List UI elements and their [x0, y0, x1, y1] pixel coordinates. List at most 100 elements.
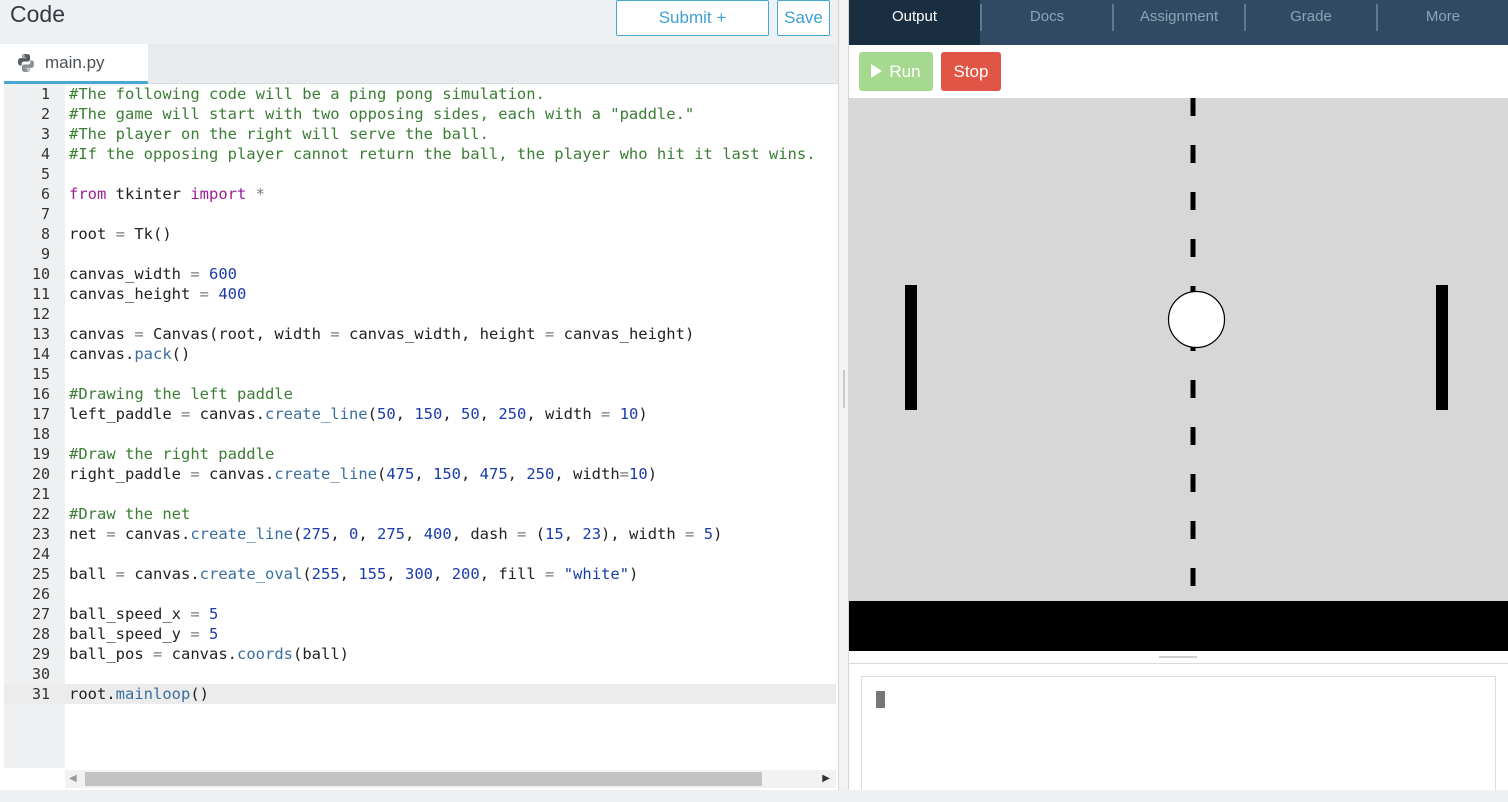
line-number: 19 — [31, 445, 50, 463]
console-output[interactable] — [861, 676, 1496, 790]
stop-button[interactable]: Stop — [941, 52, 1001, 91]
bottom-strip — [0, 790, 1508, 802]
editor-title: Code — [10, 1, 65, 27]
line-number: 25 — [31, 565, 50, 583]
code-line[interactable]: canvas_height = 400 — [69, 284, 816, 304]
line-number: 2 — [40, 105, 50, 123]
line-number: 18 — [31, 425, 50, 443]
code-line[interactable]: #Draw the right paddle — [69, 444, 816, 464]
file-tab-main-py[interactable]: main.py — [4, 44, 148, 84]
console-cursor — [876, 691, 885, 708]
play-icon — [871, 64, 883, 78]
program-output-canvas[interactable] — [849, 98, 1508, 601]
code-line[interactable]: ​ — [69, 584, 816, 604]
arrow-right-icon[interactable]: ▶ — [822, 773, 830, 784]
code-line[interactable]: #The following code will be a ping pong … — [69, 84, 816, 104]
code-line[interactable]: #The player on the right will serve the … — [69, 124, 816, 144]
canvas-bottom-bar — [849, 601, 1508, 651]
line-number: 4 — [40, 145, 50, 163]
code-line[interactable]: ​ — [69, 244, 816, 264]
code-line[interactable]: ​ — [69, 364, 816, 384]
code-line[interactable]: ​ — [69, 544, 816, 564]
code-line[interactable]: ​ — [69, 304, 816, 324]
line-number: 16 — [31, 385, 50, 403]
line-number: 26 — [31, 585, 50, 603]
code-line[interactable]: ​ — [69, 664, 816, 684]
code-line[interactable]: canvas = Canvas(root, width = canvas_wid… — [69, 324, 816, 344]
line-number: 21 — [31, 485, 50, 503]
line-number: 11 — [31, 285, 50, 303]
file-tab-label: main.py — [45, 53, 105, 72]
code-line[interactable]: #Draw the net — [69, 504, 816, 524]
line-number: 29 — [31, 645, 50, 663]
code-line[interactable]: #If the opposing player cannot return th… — [69, 144, 816, 164]
line-number: 17 — [31, 405, 50, 423]
divider-grip[interactable] — [1159, 656, 1197, 658]
code-line[interactable]: canvas.pack() — [69, 344, 816, 364]
line-numbers: 1 2 3 4 5 6 7 8 9 10 11 12 13 14 15 16 17 18 19 20 21 22 23 24 2… — [4, 84, 65, 704]
code-line[interactable]: left_paddle = canvas.create_line(50, 150… — [69, 404, 816, 424]
line-number: 20 — [31, 465, 50, 483]
line-number: 5 — [40, 165, 50, 183]
tab-assignment[interactable]: Assignment — [1114, 0, 1244, 45]
code-editor[interactable]: 1 2 3 4 5 6 7 8 9 10 11 12 13 14 15 16 17 18 19 20 21 22 23 24 2… — [4, 84, 836, 768]
ball — [1167, 290, 1226, 349]
scrollbar-thumb[interactable] — [85, 772, 762, 786]
line-number: 1 — [40, 85, 50, 103]
code-line[interactable]: ball_speed_y = 5 — [69, 624, 816, 644]
line-number: 3 — [40, 125, 50, 143]
pane-splitter[interactable] — [838, 0, 849, 790]
code-line[interactable]: ball_speed_x = 5 — [69, 604, 816, 624]
editor-pane: Code Submit + Continue Save main.py 1234… — [0, 0, 838, 790]
save-button[interactable]: Save — [777, 0, 830, 36]
line-number: 8 — [40, 225, 50, 243]
code-line[interactable]: from tkinter import * — [69, 184, 816, 204]
code-line[interactable]: ​ — [69, 484, 816, 504]
line-number: 31 — [31, 685, 50, 703]
file-tab-bar: main.py — [4, 44, 838, 84]
code-line[interactable]: right_paddle = canvas.create_line(475, 1… — [69, 464, 816, 484]
code-line[interactable]: canvas_width = 600 — [69, 264, 816, 284]
line-number: 27 — [31, 605, 50, 623]
code-line[interactable]: ​ — [69, 204, 816, 224]
panel-nav-bar: Output Docs Assignment Grade More — [849, 0, 1508, 45]
horizontal-scrollbar[interactable]: ◀ ▶ — [65, 770, 836, 788]
line-number: 10 — [31, 265, 50, 283]
submit-continue-button[interactable]: Submit + Continue — [616, 0, 769, 61]
line-number: 22 — [31, 505, 50, 523]
code-line[interactable]: #The game will start with two opposing s… — [69, 104, 816, 124]
tab-output[interactable]: Output — [849, 0, 980, 45]
line-number: 23 — [31, 525, 50, 543]
code-line[interactable]: ​ — [69, 164, 816, 184]
line-number: 7 — [40, 205, 50, 223]
code-line[interactable]: net = canvas.create_line(275, 0, 275, 40… — [69, 524, 816, 544]
code-line[interactable]: root = Tk() — [69, 224, 816, 244]
line-number: 12 — [31, 305, 50, 323]
editor-header: Code Submit + Continue Save — [0, 0, 838, 61]
line-number: 28 — [31, 625, 50, 643]
code-line[interactable]: ​ — [69, 424, 816, 444]
code-line[interactable]: ball = canvas.create_oval(255, 155, 300,… — [69, 564, 816, 584]
run-toolbar: Run Stop — [849, 45, 1508, 98]
line-number: 13 — [31, 325, 50, 343]
arrow-left-icon[interactable]: ◀ — [69, 773, 77, 784]
code-line[interactable]: root.mainloop() — [69, 684, 816, 704]
tab-more[interactable]: More — [1378, 0, 1508, 45]
output-console-divider[interactable] — [849, 651, 1508, 664]
code-lines[interactable]: #The following code will be a ping pong … — [69, 84, 816, 704]
splitter-grip[interactable] — [843, 370, 845, 408]
output-pane: Output Docs Assignment Grade More Run St… — [849, 0, 1508, 790]
python-logo-icon — [18, 54, 34, 72]
run-button[interactable]: Run — [859, 52, 933, 91]
line-number: 6 — [40, 185, 50, 203]
line-number: 24 — [31, 545, 50, 563]
line-number: 15 — [31, 365, 50, 383]
line-number: 30 — [31, 665, 50, 683]
line-number: 9 — [40, 245, 50, 263]
tab-docs[interactable]: Docs — [982, 0, 1112, 45]
tk-canvas-drawing — [905, 98, 1448, 601]
code-line[interactable]: ball_pos = canvas.coords(ball) — [69, 644, 816, 664]
line-number: 14 — [31, 345, 50, 363]
code-line[interactable]: #Drawing the left paddle — [69, 384, 816, 404]
tab-grade[interactable]: Grade — [1246, 0, 1376, 45]
